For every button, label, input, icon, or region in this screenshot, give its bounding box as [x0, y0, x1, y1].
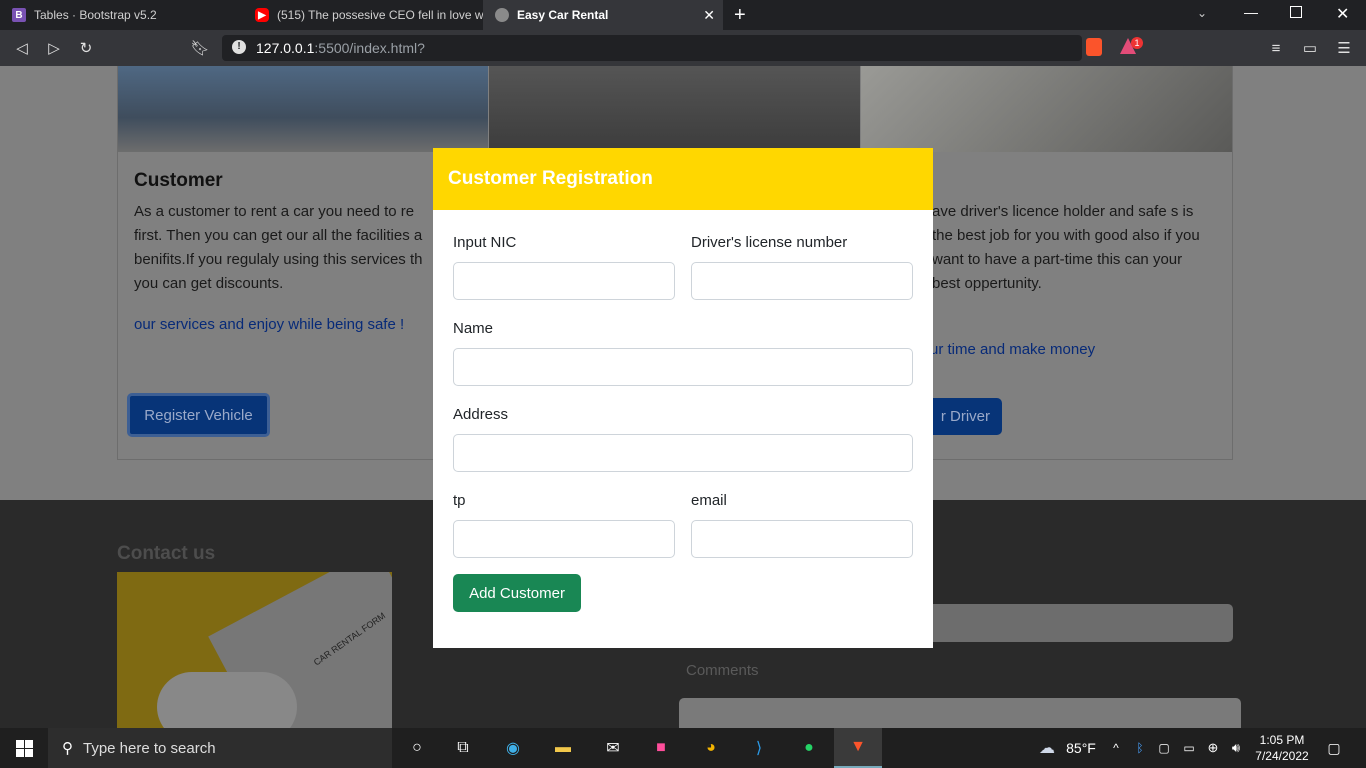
tp-input[interactable] — [453, 520, 675, 558]
minimize-button[interactable]: — — [1244, 4, 1258, 20]
tab-label: Tables · Bootstrap v5.2 — [34, 8, 157, 22]
youtube-icon: ▶ — [255, 8, 269, 22]
comments-label: Comments — [686, 662, 759, 679]
driver-card-text: ave driver's licence holder and safe s i… — [932, 203, 1200, 292]
playlist-icon[interactable]: ≡ — [1266, 38, 1286, 58]
modal-header: Customer Registration — [433, 148, 933, 210]
customer-card-text: As a customer to rent a car you need to … — [134, 203, 423, 292]
email-label: email — [691, 492, 727, 509]
contact-input[interactable] — [903, 604, 1233, 642]
license-input[interactable] — [691, 262, 913, 300]
menu-icon[interactable]: ☰ — [1334, 38, 1354, 58]
edge-icon[interactable]: ◉ — [496, 728, 530, 768]
globe-icon — [495, 8, 509, 22]
windows-taskbar: ⚲ Type here to search ○ ⧉ ◉ ▬ ✉ ■ ◕ ⟩ ● … — [0, 728, 1366, 768]
car-key-shape — [157, 672, 297, 728]
address-label: Address — [453, 406, 509, 423]
file-explorer-icon[interactable]: ▬ — [546, 728, 580, 768]
nic-label: Input NIC — [453, 234, 517, 251]
clock-time: 1:05 PM — [1259, 733, 1305, 747]
forward-icon[interactable]: ▷ — [44, 38, 64, 58]
weather-icon[interactable]: ☁ — [1032, 728, 1062, 768]
browser-toolbar: ◁ ▷ ↻ 🔖︎ ! 127.0.0.1:5500/index.html? 1 … — [0, 30, 1366, 66]
license-label: Driver's license number — [691, 234, 848, 251]
tab-youtube[interactable]: ▶ (515) The possesive CEO fell in love w… — [243, 0, 483, 30]
close-window-button[interactable]: ✕ — [1336, 4, 1349, 24]
clock-date: 7/24/2022 — [1255, 749, 1309, 763]
brave-taskbar-icon[interactable]: ▼ — [834, 728, 882, 768]
intellij-icon[interactable]: ■ — [644, 728, 678, 768]
info-icon[interactable]: ! — [232, 40, 246, 54]
rewards-badge: 1 — [1131, 37, 1143, 49]
email-input[interactable] — [691, 520, 913, 558]
tab-search-chevron-icon[interactable]: ⌄ — [1197, 6, 1207, 20]
chrome-icon[interactable]: ◕ — [694, 728, 728, 768]
weather-temp[interactable]: 85°F — [1064, 728, 1098, 768]
tab-label: (515) The possesive CEO fell in love wi — [277, 8, 483, 22]
taskbar-search-box[interactable]: ⚲ Type here to search — [48, 728, 392, 768]
search-placeholder: Type here to search — [83, 739, 216, 757]
mail-icon[interactable]: ✉ — [596, 728, 630, 768]
brave-shield-icon[interactable] — [1086, 38, 1102, 56]
bookmark-icon[interactable]: 🔖︎ — [190, 38, 210, 58]
add-customer-button[interactable]: Add Customer — [453, 574, 581, 612]
driver-image — [861, 66, 1232, 152]
windows-start-icon[interactable] — [0, 728, 48, 768]
driver-card-link[interactable]: ur time and make money — [930, 341, 1095, 358]
address-input[interactable] — [453, 434, 913, 472]
customer-card-link[interactable]: our services and enjoy while being safe … — [134, 316, 404, 333]
bluetooth-icon[interactable]: ᛒ — [1132, 728, 1148, 768]
contact-heading: Contact us — [117, 543, 216, 564]
meet-now-icon[interactable]: ▢ — [1156, 728, 1172, 768]
vscode-icon[interactable]: ⟩ — [742, 728, 776, 768]
comments-textarea[interactable] — [679, 698, 1241, 728]
tab-label: Easy Car Rental — [517, 8, 609, 22]
battery-icon[interactable]: ▭ — [1180, 728, 1198, 768]
customer-image — [118, 66, 488, 152]
road-image — [489, 66, 860, 152]
customer-registration-modal: Customer Registration Input NIC Driver's… — [433, 148, 933, 648]
url-host: 127.0.0.1 — [256, 40, 315, 56]
register-vehicle-button[interactable]: Register Vehicle — [127, 393, 270, 437]
contact-image: CAR RENTAL FORM — [117, 572, 392, 728]
new-tab-button[interactable]: + — [734, 4, 746, 27]
name-input[interactable] — [453, 348, 913, 386]
browser-tab-bar: B Tables · Bootstrap v5.2 ▶ (515) The po… — [0, 0, 1366, 30]
nic-input[interactable] — [453, 262, 675, 300]
customer-card-title: Customer — [134, 170, 223, 191]
notifications-icon[interactable]: ▢ — [1322, 728, 1346, 768]
url-bar[interactable]: ! 127.0.0.1:5500/index.html? — [222, 35, 1082, 61]
task-view-icon[interactable]: ⧉ — [446, 728, 480, 768]
url-path: :5500/index.html? — [314, 40, 425, 56]
system-clock[interactable]: 1:05 PM 7/24/2022 — [1254, 732, 1310, 764]
name-label: Name — [453, 320, 494, 337]
cortana-icon[interactable]: ○ — [400, 728, 434, 768]
network-icon[interactable]: ⊕ — [1204, 728, 1222, 768]
back-icon[interactable]: ◁ — [12, 38, 32, 58]
chevron-up-icon[interactable]: ^ — [1108, 728, 1124, 768]
tab-easy-car-rental[interactable]: Easy Car Rental ✕ — [483, 0, 723, 30]
bootstrap-icon: B — [12, 8, 26, 22]
reload-icon[interactable]: ↻ — [76, 38, 96, 58]
wallet-icon[interactable]: ▭ — [1300, 38, 1320, 58]
restore-button[interactable] — [1290, 6, 1302, 18]
search-icon: ⚲ — [62, 740, 73, 757]
volume-icon[interactable]: 🔊︎ — [1226, 728, 1246, 768]
modal-title: Customer Registration — [448, 168, 653, 189]
close-tab-icon[interactable]: ✕ — [703, 7, 715, 24]
tp-label: tp — [453, 492, 466, 509]
whatsapp-icon[interactable]: ● — [792, 728, 826, 768]
tab-bootstrap[interactable]: B Tables · Bootstrap v5.2 — [0, 0, 242, 30]
